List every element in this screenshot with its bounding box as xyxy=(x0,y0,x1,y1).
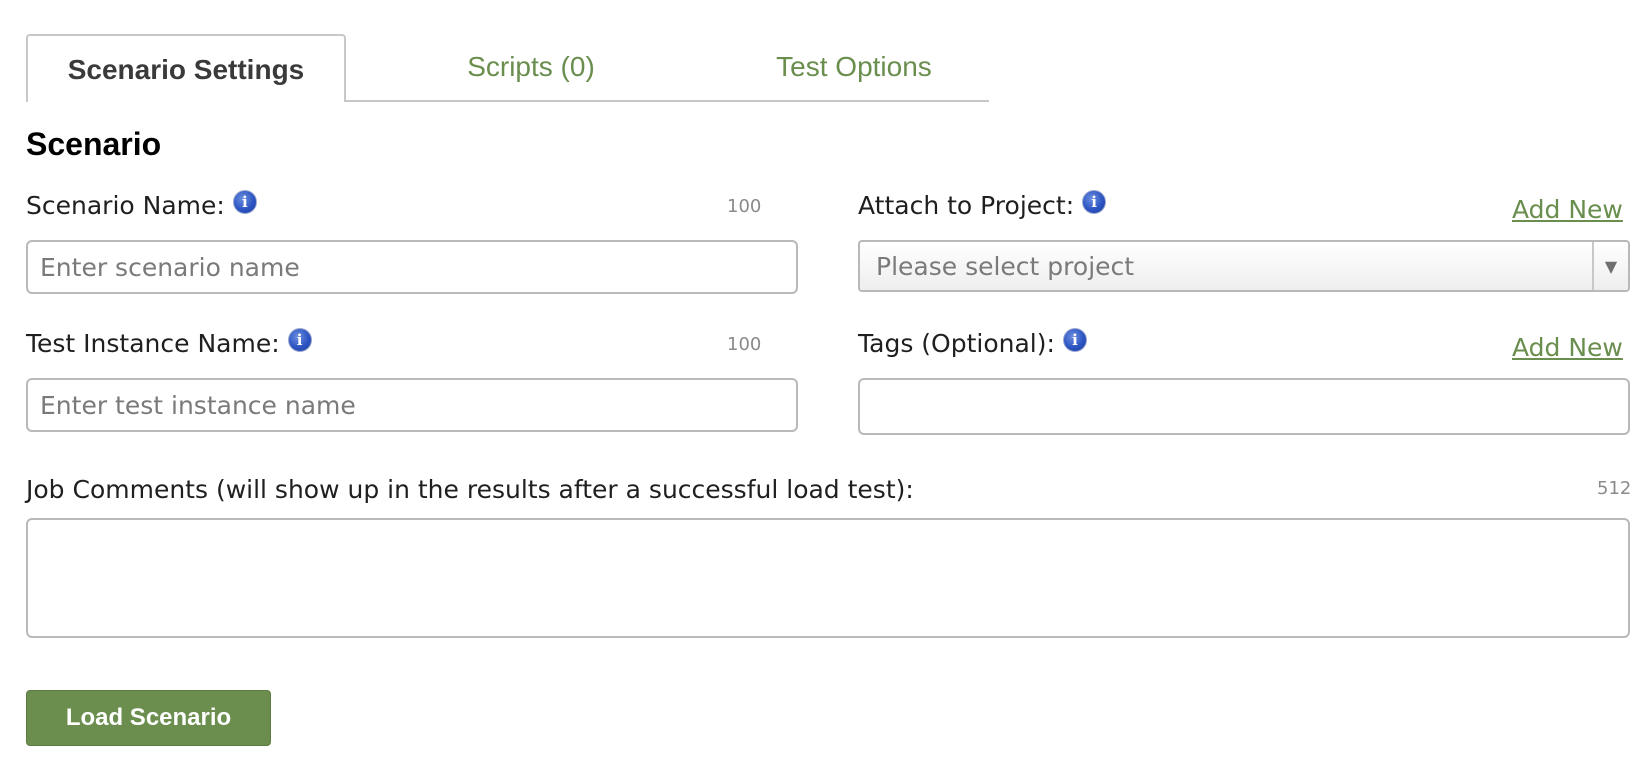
add-new-project-link[interactable]: Add New xyxy=(1512,195,1623,224)
job-comments-char-counter: 512 xyxy=(1597,478,1632,499)
chevron-down-icon[interactable]: ▼ xyxy=(1592,242,1628,290)
info-icon[interactable]: i xyxy=(1082,189,1107,214)
project-select-value: Please select project xyxy=(876,251,1135,281)
section-title: Scenario xyxy=(26,126,162,162)
info-icon[interactable]: i xyxy=(232,189,257,214)
attach-project-label: Attach to Project: xyxy=(858,191,1075,220)
scenario-settings-page: Scenario Settings Scripts (0) Test Optio… xyxy=(0,0,1646,764)
attach-project-label-row: Attach to Project: i xyxy=(858,189,1107,220)
job-comments-label-row: Job Comments (will show up in the result… xyxy=(26,475,914,504)
tags-label-row: Tags (Optional): i xyxy=(858,327,1087,358)
test-instance-char-counter: 100 xyxy=(727,334,762,355)
tab-bar: Scenario Settings Scripts (0) Test Optio… xyxy=(26,34,989,102)
tab-scenario-settings[interactable]: Scenario Settings xyxy=(26,34,346,102)
scenario-name-label: Scenario Name: xyxy=(26,191,225,220)
test-instance-label-row: Test Instance Name: i xyxy=(26,327,312,358)
test-instance-input[interactable] xyxy=(26,378,798,432)
scenario-name-label-row: Scenario Name: i xyxy=(26,189,257,220)
info-icon[interactable]: i xyxy=(1062,327,1087,352)
tags-label: Tags (Optional): xyxy=(858,329,1055,358)
job-comments-textarea[interactable] xyxy=(26,518,1630,638)
load-scenario-button[interactable]: Load Scenario xyxy=(26,690,271,746)
add-new-tag-link[interactable]: Add New xyxy=(1512,333,1623,362)
test-instance-label: Test Instance Name: xyxy=(26,329,280,358)
tags-input[interactable] xyxy=(858,378,1630,435)
tab-test-options[interactable]: Test Options xyxy=(704,34,1004,100)
job-comments-label: Job Comments (will show up in the result… xyxy=(26,475,914,504)
info-icon[interactable]: i xyxy=(287,327,312,352)
scenario-name-char-counter: 100 xyxy=(727,196,762,217)
scenario-name-input[interactable] xyxy=(26,240,798,294)
project-select[interactable]: Please select project ▼ xyxy=(858,240,1630,292)
tab-scripts[interactable]: Scripts (0) xyxy=(381,34,681,100)
